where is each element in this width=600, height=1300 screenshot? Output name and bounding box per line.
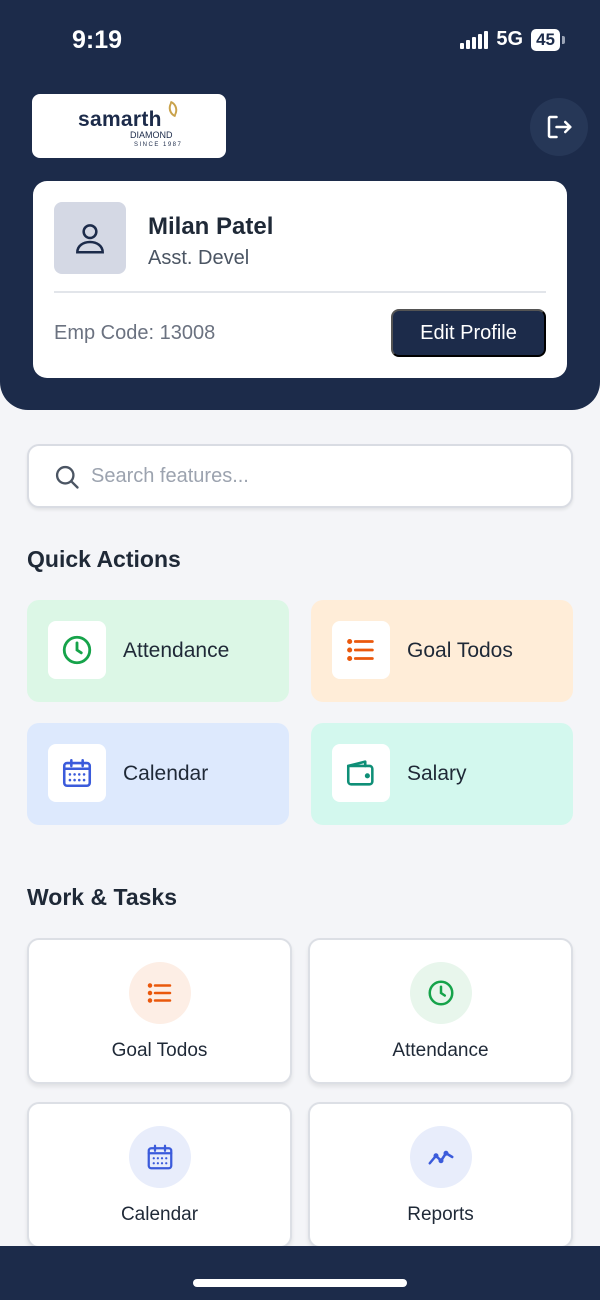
work-task-icon-circle <box>129 962 191 1024</box>
work-task-label: Calendar <box>120 1204 199 1225</box>
work-task-attendance[interactable]: Attendance <box>308 938 573 1084</box>
quick-action-attendance[interactable]: Attendance <box>27 600 289 702</box>
search-input[interactable] <box>91 460 551 492</box>
logo-leaf-icon <box>165 100 181 118</box>
quick-action-icon-box <box>332 744 390 802</box>
header: 9:19 5G 45 samarth DIAMOND SINCE 1987 Mi <box>0 0 600 410</box>
search-box[interactable] <box>27 444 573 508</box>
work-task-label: Goal Todos <box>111 1040 208 1061</box>
signal-icon <box>460 30 489 49</box>
status-indicators: 5G 45 <box>460 28 565 51</box>
emp-code: Emp Code: 13008 <box>54 322 216 344</box>
logo-name: samarth <box>78 108 162 131</box>
work-task-label: Attendance <box>392 1040 489 1061</box>
company-logo: samarth DIAMOND SINCE 1987 <box>32 94 226 158</box>
quick-action-icon-box <box>48 744 106 802</box>
network-type: 5G <box>496 28 524 50</box>
status-bar: 9:19 5G 45 <box>0 0 600 80</box>
profile-name: Milan Patel <box>148 213 274 240</box>
work-task-icon-circle <box>129 1126 191 1188</box>
quick-action-icon-box <box>332 621 390 679</box>
work-task-reports[interactable]: Reports <box>308 1102 573 1248</box>
profile-divider <box>54 291 546 293</box>
logout-button[interactable] <box>530 98 588 156</box>
profile-role: Asst. Devel <box>148 247 250 269</box>
logout-icon <box>547 115 572 139</box>
work-task-calendar[interactable]: Calendar <box>27 1102 292 1248</box>
quick-action-label: Salary <box>407 762 467 785</box>
work-task-icon-circle <box>410 962 472 1024</box>
list-icon <box>347 638 374 662</box>
battery-icon: 45 <box>531 28 565 51</box>
work-task-goal-todos[interactable]: Goal Todos <box>27 938 292 1084</box>
logo-since: SINCE 1987 <box>134 142 183 148</box>
quick-actions-title: Quick Actions <box>27 546 181 572</box>
clock-icon <box>62 635 92 665</box>
work-tasks-title: Work & Tasks <box>27 884 177 910</box>
user-icon <box>76 224 104 254</box>
quick-action-label: Goal Todos <box>407 639 513 662</box>
work-task-label: Reports <box>407 1204 474 1225</box>
calendar-icon <box>62 758 92 788</box>
chart-icon <box>428 1150 454 1165</box>
status-time: 9:19 <box>72 26 123 54</box>
clock-icon <box>428 980 454 1006</box>
quick-action-salary[interactable]: Salary <box>311 723 573 825</box>
home-indicator[interactable] <box>193 1279 407 1287</box>
edit-profile-button[interactable]: Edit Profile <box>391 309 546 357</box>
quick-action-label: Attendance <box>123 639 230 662</box>
profile-card: Milan Patel Asst. Devel Emp Code: 13008 … <box>33 181 567 378</box>
work-task-icon-circle <box>410 1126 472 1188</box>
list-icon <box>147 983 172 1003</box>
logo-sub: DIAMOND <box>130 130 173 140</box>
calendar-icon <box>147 1144 173 1170</box>
quick-action-calendar[interactable]: Calendar <box>27 723 289 825</box>
avatar <box>54 202 126 274</box>
quick-action-label: Calendar <box>123 762 209 785</box>
wallet-icon <box>346 760 374 786</box>
quick-action-icon-box <box>48 621 106 679</box>
quick-action-goal-todos[interactable]: Goal Todos <box>311 600 573 702</box>
bottom-bar <box>0 1246 600 1300</box>
search-icon <box>55 465 79 489</box>
